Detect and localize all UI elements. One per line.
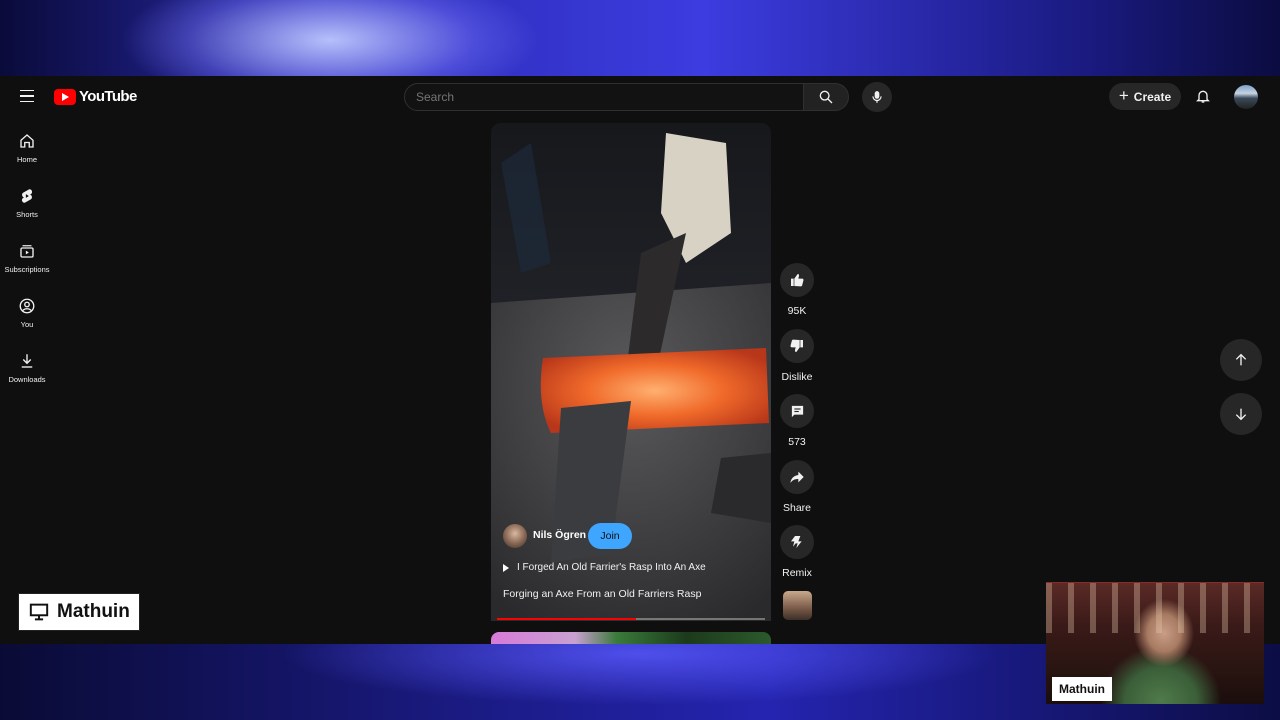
voice-search-button[interactable]	[862, 82, 892, 112]
share-action[interactable]: Share	[780, 460, 814, 514]
logo-text: YouTube	[79, 88, 137, 105]
create-button[interactable]: + Create	[1109, 83, 1181, 110]
short-video-player[interactable]	[491, 123, 771, 621]
share-label: Share	[782, 502, 812, 514]
thumbs-up-icon	[791, 274, 804, 287]
sidebar-item-downloads[interactable]: Downloads	[0, 352, 54, 402]
sidebar-item-subscriptions[interactable]: Subscriptions	[0, 242, 54, 292]
comments-button[interactable]	[780, 394, 814, 428]
thumbs-down-icon	[790, 339, 803, 352]
comments-action[interactable]: 573	[780, 394, 814, 448]
sound-thumbnail[interactable]	[783, 591, 812, 620]
streamer-name: Mathuin	[57, 601, 130, 622]
arrow-up-icon	[1235, 353, 1247, 366]
sidebar-label: Downloads	[8, 375, 46, 384]
short-title[interactable]: Forging an Axe From an Old Farriers Rasp	[503, 588, 701, 600]
like-action[interactable]: 95K	[780, 263, 814, 317]
video-progress-bar[interactable]	[497, 618, 765, 620]
dislike-label: Dislike	[781, 371, 813, 383]
like-button[interactable]	[780, 263, 814, 297]
comment-icon	[791, 405, 803, 417]
arrow-down-icon	[1235, 408, 1247, 421]
playlist-link[interactable]: I Forged An Old Farrier's Rasp Into An A…	[503, 562, 706, 573]
sidebar-item-you[interactable]: You	[0, 297, 54, 347]
plus-icon: +	[1118, 86, 1129, 105]
shorts-icon	[21, 189, 33, 203]
streamer-name-tag: Mathuin	[18, 593, 140, 631]
webcam-background	[1046, 583, 1264, 633]
bell-icon	[1196, 90, 1210, 103]
create-label: Create	[1133, 89, 1172, 104]
sidebar-item-shorts[interactable]: Shorts	[0, 187, 54, 237]
stream-background-top	[0, 0, 1280, 76]
search-button[interactable]	[803, 83, 849, 111]
home-icon	[20, 134, 34, 148]
share-button[interactable]	[780, 460, 814, 494]
remix-action[interactable]: Remix	[780, 525, 814, 579]
previous-short-button[interactable]	[1220, 339, 1262, 381]
dislike-action[interactable]: Dislike	[780, 329, 814, 383]
forging-video-frame	[491, 123, 771, 621]
like-count: 95K	[787, 305, 807, 317]
comment-count: 573	[788, 436, 806, 448]
playlist-title: I Forged An Old Farrier's Rasp Into An A…	[517, 562, 706, 573]
account-avatar[interactable]	[1234, 85, 1258, 109]
search-icon	[819, 90, 833, 104]
remix-label: Remix	[782, 567, 812, 579]
sidebar-item-home[interactable]: Home	[0, 132, 54, 182]
subscriptions-icon	[20, 245, 34, 258]
search-input[interactable]	[405, 84, 803, 110]
channel-name[interactable]: Nils Ögren	[533, 529, 586, 541]
youtube-logo[interactable]: YouTube	[54, 88, 137, 105]
sidebar-label: Shorts	[16, 210, 38, 219]
sidebar-label: Home	[16, 155, 37, 164]
webcam-name-label: Mathuin	[1052, 677, 1112, 701]
download-icon	[21, 354, 33, 368]
youtube-logo-icon	[54, 88, 76, 105]
you-icon	[19, 298, 35, 314]
next-short-button[interactable]	[1220, 393, 1262, 435]
video-progress-fill	[497, 618, 637, 620]
dislike-button[interactable]	[780, 329, 814, 363]
menu-button[interactable]	[16, 84, 38, 108]
microphone-icon	[872, 91, 882, 103]
play-icon	[503, 563, 509, 572]
remix-icon	[791, 536, 802, 548]
sidebar-label: You	[20, 320, 34, 329]
next-short-preview[interactable]	[491, 632, 771, 644]
channel-avatar[interactable]	[503, 524, 527, 548]
youtube-window: YouTube + Create Home Shorts Subscriptio…	[0, 76, 1280, 644]
share-icon	[790, 471, 804, 483]
notifications-button[interactable]	[1193, 86, 1213, 106]
remix-button[interactable]	[780, 525, 814, 559]
sidebar-label: Subscriptions	[4, 265, 50, 274]
monitor-icon	[29, 603, 49, 621]
search-box[interactable]	[404, 83, 804, 111]
join-button[interactable]: Join	[588, 523, 632, 549]
